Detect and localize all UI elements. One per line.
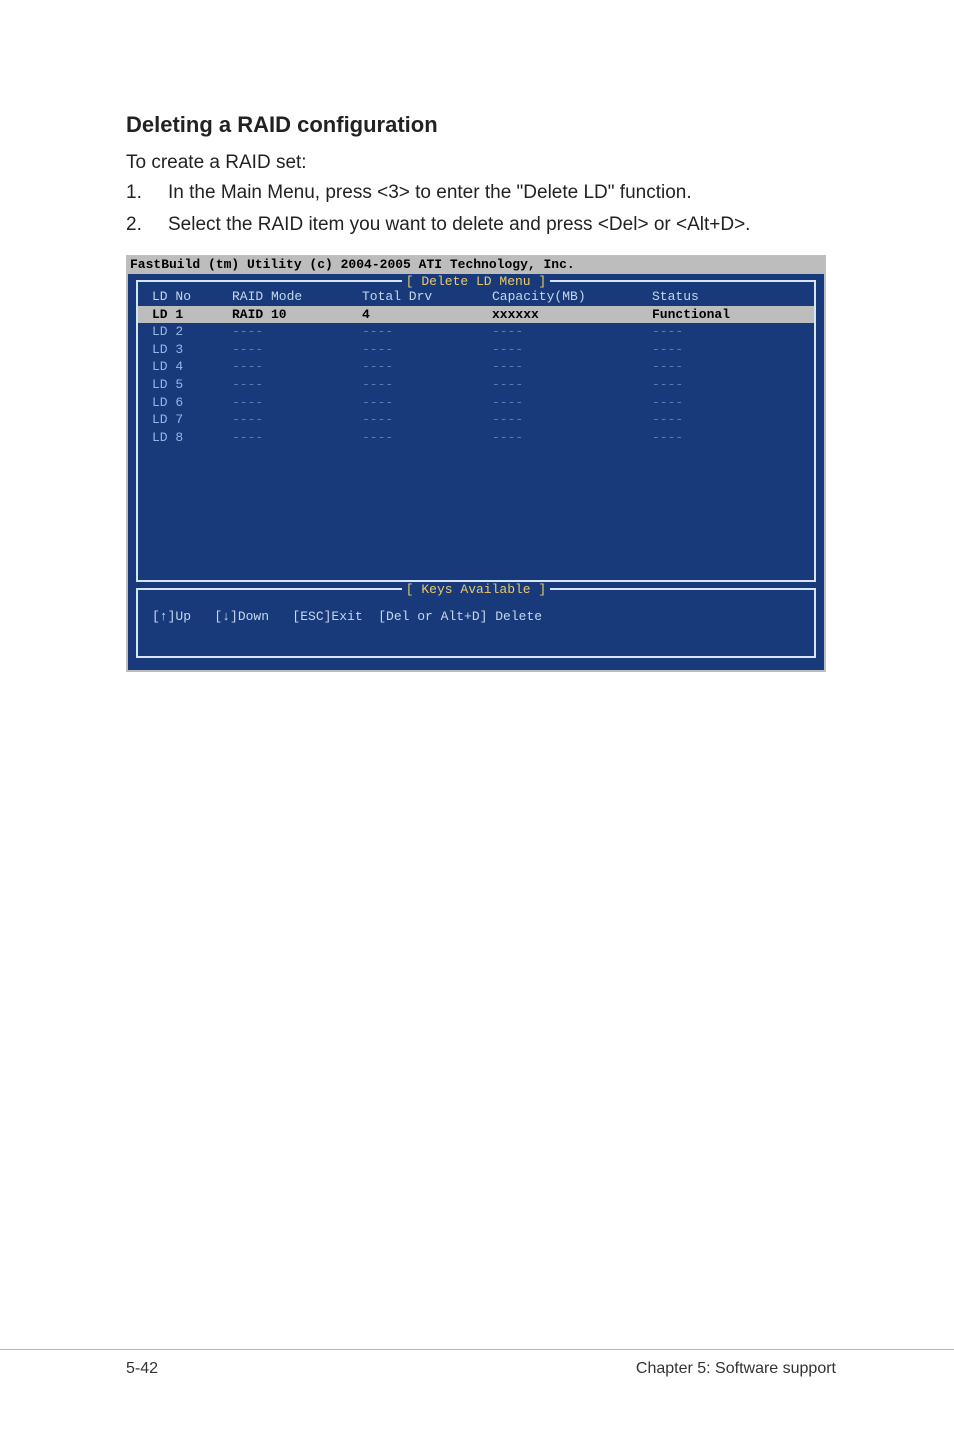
- cell-total-drv: ----: [362, 358, 492, 376]
- table-row[interactable]: LD 6 ---- ---- ---- ----: [138, 394, 814, 412]
- cell-total-drv: 4: [362, 306, 492, 324]
- cell-raid-mode: ----: [232, 411, 362, 429]
- table-row[interactable]: LD 4 ---- ---- ---- ----: [138, 358, 814, 376]
- cell-total-drv: ----: [362, 323, 492, 341]
- cell-total-drv: ----: [362, 341, 492, 359]
- page-number: 5-42: [126, 1360, 158, 1378]
- list-item: 2. Select the RAID item you want to dele…: [126, 212, 836, 238]
- cell-status: ----: [652, 358, 800, 376]
- step-text: In the Main Menu, press <3> to enter the…: [168, 180, 836, 206]
- bios-screenshot: FastBuild (tm) Utility (c) 2004-2005 ATI…: [126, 255, 826, 672]
- cell-raid-mode: ----: [232, 358, 362, 376]
- cell-ld-no: LD 6: [152, 394, 232, 412]
- table-row[interactable]: LD 1 RAID 10 4 xxxxxx Functional: [138, 306, 814, 324]
- col-ld-no: LD No: [152, 288, 232, 306]
- delete-ld-menu-box: [ Delete LD Menu ] LD No RAID Mode Total…: [136, 280, 816, 582]
- cell-ld-no: LD 1: [152, 306, 232, 324]
- col-total-drv: Total Drv: [362, 288, 492, 306]
- cell-capacity: ----: [492, 323, 652, 341]
- cell-status: ----: [652, 411, 800, 429]
- menu-empty-space: [138, 446, 814, 576]
- cell-total-drv: ----: [362, 429, 492, 447]
- page: Deleting a RAID configuration To create …: [0, 0, 954, 1438]
- menu-box-title: [ Delete LD Menu ]: [138, 273, 814, 291]
- list-item: 1. In the Main Menu, press <3> to enter …: [126, 180, 836, 206]
- cell-raid-mode: ----: [232, 341, 362, 359]
- cell-ld-no: LD 3: [152, 341, 232, 359]
- cell-raid-mode: ----: [232, 394, 362, 412]
- cell-total-drv: ----: [362, 411, 492, 429]
- cell-total-drv: ----: [362, 376, 492, 394]
- intro-text: To create a RAID set:: [126, 152, 836, 174]
- bios-utility-title: FastBuild (tm) Utility (c) 2004-2005 ATI…: [128, 257, 824, 274]
- cell-raid-mode: ----: [232, 323, 362, 341]
- cell-capacity: ----: [492, 394, 652, 412]
- cell-capacity: ----: [492, 358, 652, 376]
- cell-ld-no: LD 5: [152, 376, 232, 394]
- step-number: 2.: [126, 212, 168, 238]
- table-row[interactable]: LD 2 ---- ---- ---- ----: [138, 323, 814, 341]
- col-status: Status: [652, 288, 800, 306]
- step-text: Select the RAID item you want to delete …: [168, 212, 836, 238]
- table-row[interactable]: LD 3 ---- ---- ---- ----: [138, 341, 814, 359]
- cell-status: Functional: [652, 306, 800, 324]
- cell-ld-no: LD 8: [152, 429, 232, 447]
- cell-capacity: ----: [492, 429, 652, 447]
- table-header: LD No RAID Mode Total Drv Capacity(MB) S…: [138, 288, 814, 306]
- cell-total-drv: ----: [362, 394, 492, 412]
- cell-capacity: ----: [492, 341, 652, 359]
- cell-status: ----: [652, 341, 800, 359]
- col-capacity: Capacity(MB): [492, 288, 652, 306]
- keys-line: [↑]Up [↓]Down [ESC]Exit [Del or Alt+D] D…: [138, 596, 814, 632]
- cell-status: ----: [652, 429, 800, 447]
- table-row[interactable]: LD 7 ---- ---- ---- ----: [138, 411, 814, 429]
- table-row[interactable]: LD 5 ---- ---- ---- ----: [138, 376, 814, 394]
- step-list: 1. In the Main Menu, press <3> to enter …: [126, 180, 836, 237]
- step-number: 1.: [126, 180, 168, 206]
- cell-ld-no: LD 7: [152, 411, 232, 429]
- cell-ld-no: LD 2: [152, 323, 232, 341]
- keys-box-title: [ Keys Available ]: [138, 581, 814, 599]
- cell-raid-mode: RAID 10: [232, 306, 362, 324]
- page-footer: 5-42 Chapter 5: Software support: [0, 1349, 954, 1378]
- cell-ld-no: LD 4: [152, 358, 232, 376]
- col-raid-mode: RAID Mode: [232, 288, 362, 306]
- cell-raid-mode: ----: [232, 429, 362, 447]
- cell-status: ----: [652, 376, 800, 394]
- chapter-label: Chapter 5: Software support: [636, 1360, 836, 1378]
- keys-available-box: [ Keys Available ] [↑]Up [↓]Down [ESC]Ex…: [136, 588, 816, 658]
- cell-capacity: ----: [492, 411, 652, 429]
- cell-status: ----: [652, 323, 800, 341]
- bios-body: [ Delete LD Menu ] LD No RAID Mode Total…: [128, 274, 824, 670]
- cell-status: ----: [652, 394, 800, 412]
- cell-capacity: ----: [492, 376, 652, 394]
- section-heading: Deleting a RAID configuration: [126, 112, 836, 138]
- cell-raid-mode: ----: [232, 376, 362, 394]
- table-row[interactable]: LD 8 ---- ---- ---- ----: [138, 429, 814, 447]
- cell-capacity: xxxxxx: [492, 306, 652, 324]
